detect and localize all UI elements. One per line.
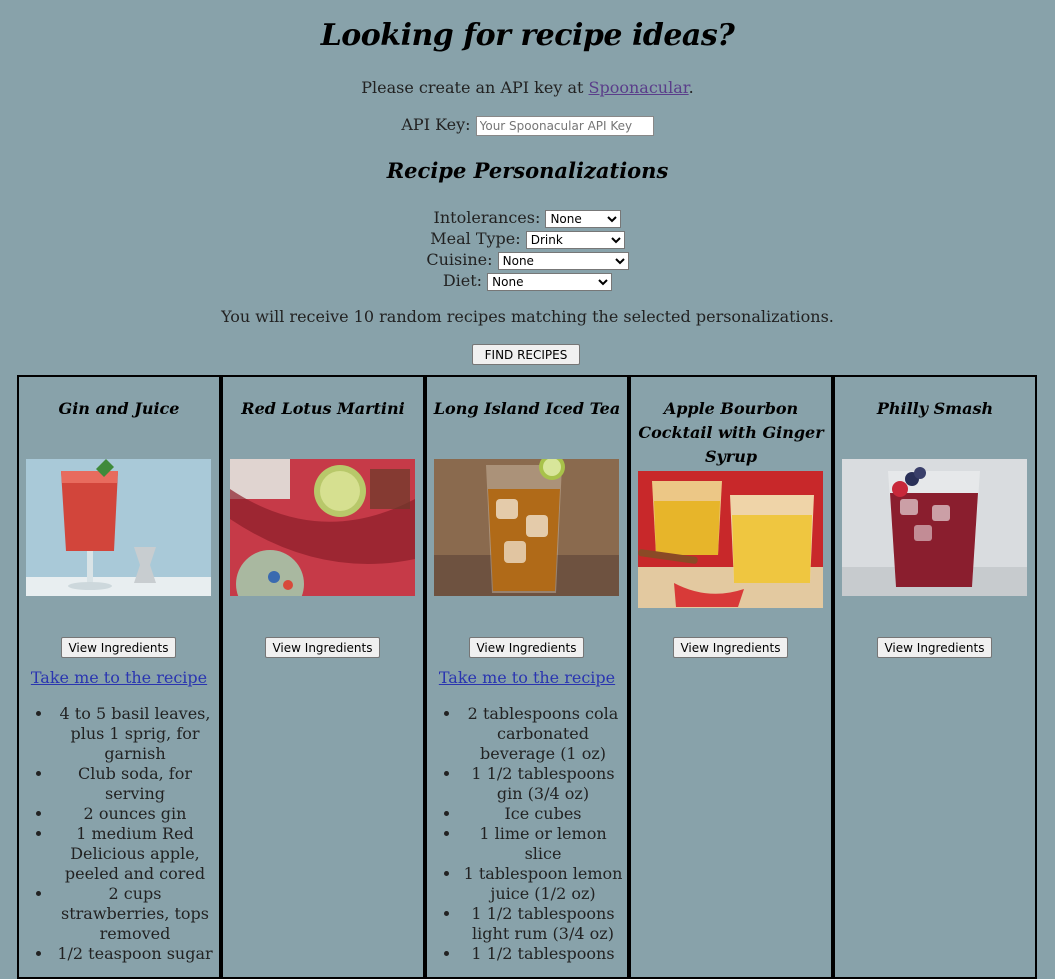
- view-ingredients-button[interactable]: View Ingredients: [469, 637, 584, 658]
- view-ingredients-button[interactable]: View Ingredients: [877, 637, 992, 658]
- personalizations-heading: Recipe Personalizations: [386, 158, 669, 183]
- api-key-input[interactable]: [475, 115, 654, 136]
- recipe-image-long-island-iced-tea: [434, 459, 619, 596]
- recipe-title: Long Island Iced Tea: [433, 399, 621, 418]
- results-info: You will receive 10 random recipes match…: [221, 307, 834, 326]
- ingredient-list: 2 tablespoons cola carbonated beverage (…: [437, 704, 625, 964]
- ingredient-item: 4 to 5 basil leaves, plus 1 sprig, for g…: [53, 704, 217, 764]
- recipe-card: Red Lotus Martini View Ingredients: [221, 375, 425, 979]
- diet-label: Diet:: [442, 271, 483, 290]
- diet-row: Diet: None: [0, 270, 1055, 291]
- api-note-suffix: .: [688, 78, 694, 97]
- recipe-link[interactable]: Take me to the recipe: [427, 668, 627, 687]
- ingredient-item: 1 tablespoon lemon juice (1/2 oz): [461, 864, 625, 904]
- ingredient-item: 1 1/2 tablespoons light rum (3/4 oz): [461, 904, 625, 944]
- recipe-card: Apple Bourbon Cocktail with Ginger Syrup…: [629, 375, 833, 979]
- api-key-label: API Key:: [401, 115, 471, 134]
- spoonacular-link[interactable]: Spoonacular: [589, 78, 689, 97]
- ingredient-list: 4 to 5 basil leaves, plus 1 sprig, for g…: [29, 704, 217, 964]
- recipe-image-gin-and-juice: [26, 459, 211, 596]
- meal-type-label: Meal Type:: [430, 229, 521, 248]
- recipe-title: Philly Smash: [876, 399, 994, 418]
- recipe-image-red-lotus-martini: [230, 459, 415, 596]
- ingredient-item: 1 1/2 tablespoons: [461, 944, 625, 964]
- api-key-row: API Key:: [0, 115, 1055, 136]
- recipe-title: Gin and Juice: [58, 399, 180, 418]
- cuisine-row: Cuisine: None: [0, 249, 1055, 270]
- recipe-link[interactable]: Take me to the recipe: [19, 668, 219, 687]
- recipe-title: Red Lotus Martini: [241, 399, 405, 418]
- cuisine-select[interactable]: None: [497, 251, 629, 270]
- ingredient-item: Ice cubes: [461, 804, 625, 824]
- recipe-card: Long Island Iced Tea View Ingredients Ta…: [425, 375, 629, 979]
- ingredient-item: Club soda, for serving: [53, 764, 217, 804]
- find-recipes-button[interactable]: FIND RECIPES: [472, 344, 580, 365]
- cuisine-label: Cuisine:: [426, 250, 493, 269]
- meal-type-select[interactable]: Drink: [525, 230, 625, 249]
- recipe-card: Gin and Juice View Ingredients Take me t…: [17, 375, 221, 979]
- view-ingredients-button[interactable]: View Ingredients: [265, 637, 380, 658]
- ingredient-item: 2 cups strawberries, tops removed: [53, 884, 217, 944]
- diet-select[interactable]: None: [487, 272, 613, 291]
- page-title: Looking for recipe ideas?: [320, 18, 735, 53]
- recipe-image-apple-bourbon-cocktail: [638, 471, 823, 608]
- ingredient-item: 1 1/2 tablespoons gin (3/4 oz): [461, 764, 625, 804]
- ingredient-item: 2 ounces gin: [53, 804, 217, 824]
- intolerances-select[interactable]: None: [545, 209, 622, 228]
- recipe-card: Philly Smash View Ingredients: [833, 375, 1037, 979]
- recipe-grid: Gin and Juice View Ingredients Take me t…: [17, 375, 1037, 979]
- meal-type-row: Meal Type: Drink: [0, 228, 1055, 249]
- view-ingredients-button[interactable]: View Ingredients: [61, 637, 176, 658]
- ingredient-item: 1 medium Red Delicious apple, peeled and…: [53, 824, 217, 884]
- api-note: Please create an API key at Spoonacular.: [0, 78, 1055, 97]
- personalizations-form: Intolerances: None Meal Type: Drink Cuis…: [0, 207, 1055, 291]
- recipe-title: Apple Bourbon Cocktail with Ginger Syrup: [638, 399, 824, 466]
- ingredient-item: 1/2 teaspoon sugar: [53, 944, 217, 964]
- api-note-prefix: Please create an API key at: [361, 78, 589, 97]
- intolerances-label: Intolerances:: [433, 208, 541, 227]
- intolerances-row: Intolerances: None: [0, 207, 1055, 228]
- ingredient-item: 2 tablespoons cola carbonated beverage (…: [461, 704, 625, 764]
- ingredient-item: 1 lime or lemon slice: [461, 824, 625, 864]
- view-ingredients-button[interactable]: View Ingredients: [673, 637, 788, 658]
- recipe-image-philly-smash: [842, 459, 1027, 596]
- page: Looking for recipe ideas? Please create …: [0, 0, 1055, 979]
